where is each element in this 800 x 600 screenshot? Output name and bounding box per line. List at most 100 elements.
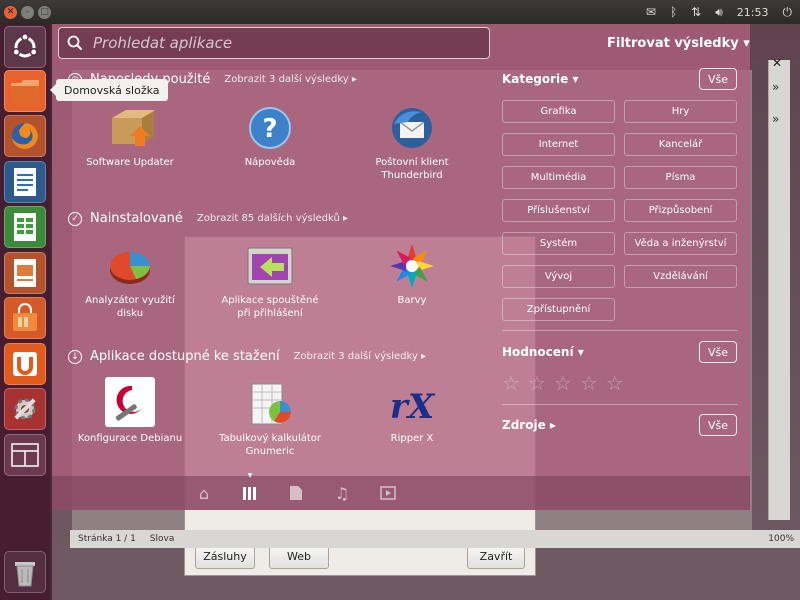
top-panel: ✕ – □ ✉ ᛒ ⇅ 🔊︎ 21:53 ⏻: [0, 0, 800, 24]
category-development[interactable]: Vývoj: [502, 265, 615, 288]
star-icon[interactable]: ☆: [554, 371, 572, 395]
folder-icon: [11, 80, 39, 103]
network-icon[interactable]: ⇅: [691, 5, 701, 19]
category-games[interactable]: Hry: [624, 100, 737, 123]
app-colors[interactable]: Barvy: [342, 242, 482, 307]
music-lens-icon[interactable]: ♫: [332, 483, 352, 503]
writer-icon: [14, 168, 36, 196]
zoom-level[interactable]: 100%: [768, 534, 794, 544]
firefox-icon: [12, 123, 38, 149]
app-help[interactable]: ? Nápověda: [200, 104, 340, 169]
trash-icon: [15, 562, 35, 587]
clock[interactable]: 21:53: [737, 6, 769, 19]
category-customization[interactable]: Přizpůsobení: [624, 199, 737, 222]
app-startup-applications[interactable]: Aplikace spouštěné při přihlášení: [200, 242, 340, 320]
rating-stars: ☆ ☆ ☆ ☆ ☆: [502, 371, 624, 395]
category-multimedia[interactable]: Multimédia: [502, 166, 615, 189]
star-icon[interactable]: ☆: [502, 371, 520, 395]
app-ripperx[interactable]: rX Ripper X: [342, 380, 482, 445]
document-scrollbar[interactable]: [768, 60, 790, 520]
category-graphics[interactable]: Grafika: [502, 100, 615, 123]
app-disk-usage-analyzer[interactable]: Analyzátor využití disku: [60, 242, 200, 320]
launcher-ubuntu-one[interactable]: [4, 343, 46, 385]
launcher-workspace-switcher[interactable]: [4, 434, 46, 476]
launcher-trash[interactable]: [4, 551, 46, 593]
section-available: ↓ Aplikace dostupné ke stažení Zobrazit …: [68, 349, 426, 364]
calc-icon: [14, 213, 36, 241]
launcher-firefox[interactable]: [4, 115, 46, 157]
home-lens-icon[interactable]: ⌂: [194, 483, 214, 503]
document-close-icon[interactable]: ✕: [772, 56, 782, 70]
download-icon: ↓: [68, 349, 82, 364]
filter-results-toggle[interactable]: Filtrovat výsledky ▾: [607, 36, 750, 51]
sources-toggle[interactable]: Zdroje ▸: [502, 418, 556, 432]
launcher-tooltip: Domovská složka: [50, 79, 168, 101]
applications-lens-icon[interactable]: [240, 471, 260, 503]
impress-icon: [14, 259, 36, 287]
app-label: Poštovní klient Thunderbird: [375, 157, 449, 181]
color-star-icon: [388, 242, 436, 290]
app-label: Ripper X: [390, 433, 434, 444]
category-system[interactable]: Systém: [502, 232, 615, 255]
app-label: Software Updater: [86, 157, 174, 168]
status-bar: Stránka 1 / 1 Slova 100%: [70, 530, 800, 548]
category-science[interactable]: Věda a inženýrství: [624, 232, 737, 255]
word-count: Slova: [149, 534, 175, 544]
section-title: Nainstalované: [90, 211, 183, 226]
power-icon[interactable]: ⏻: [783, 5, 793, 20]
show-more-link[interactable]: Zobrazit 85 dalších výsledků ▸: [197, 213, 348, 224]
launcher-home-folder[interactable]: [4, 70, 46, 112]
settings-gear-icon: [14, 398, 36, 420]
categories-all-button[interactable]: Vše: [699, 68, 737, 90]
dash-home-button[interactable]: [4, 26, 46, 68]
search-box[interactable]: [58, 27, 490, 59]
section-installed: ✓ Nainstalované Zobrazit 85 dalších výsl…: [68, 211, 348, 226]
sidebar-expand-icon[interactable]: »: [772, 112, 779, 126]
rating-all-button[interactable]: Vše: [699, 341, 737, 363]
category-list: Grafika Hry Internet Kancelář Multimédia…: [502, 100, 738, 321]
search-input[interactable]: [93, 34, 473, 52]
files-lens-icon[interactable]: [286, 483, 306, 503]
category-office[interactable]: Kancelář: [624, 133, 737, 156]
volume-icon[interactable]: 🔊︎: [715, 5, 723, 20]
category-internet[interactable]: Internet: [502, 133, 615, 156]
lens-bar: ⌂ ♫: [52, 471, 750, 510]
category-accessibility[interactable]: Zpřístupnění: [502, 298, 615, 321]
sidebar-expand-icon[interactable]: »: [772, 80, 779, 94]
launcher-libreoffice-calc[interactable]: [4, 206, 46, 248]
app-software-updater[interactable]: Software Updater: [60, 104, 200, 169]
app-gnumeric[interactable]: Tabulkový kalkulátor Gnumeric: [200, 380, 340, 458]
maximize-window-icon[interactable]: □: [38, 5, 51, 19]
mail-icon[interactable]: ✉: [646, 5, 656, 19]
launcher-libreoffice-writer[interactable]: [4, 161, 46, 203]
show-more-link[interactable]: Zobrazit 3 další výsledky ▸: [224, 74, 357, 85]
launcher-software-center[interactable]: [4, 297, 46, 339]
categories-toggle[interactable]: Kategorie ▾: [502, 72, 578, 86]
close-window-icon[interactable]: ✕: [4, 5, 17, 19]
spreadsheet-icon: [246, 380, 294, 428]
debian-config-icon: [104, 376, 156, 428]
rating-toggle[interactable]: Hodnocení ▾: [502, 345, 584, 359]
ubuntu-one-icon: [13, 352, 37, 376]
pie-chart-icon: [106, 242, 154, 290]
star-icon[interactable]: ☆: [606, 371, 624, 395]
launcher-libreoffice-impress[interactable]: [4, 252, 46, 294]
sources-all-button[interactable]: Vše: [699, 414, 737, 436]
video-lens-icon[interactable]: [378, 483, 398, 503]
bluetooth-icon[interactable]: ᛒ: [670, 5, 677, 19]
category-accessories[interactable]: Příslušenství: [502, 199, 615, 222]
category-fonts[interactable]: Písma: [624, 166, 737, 189]
app-debian-configuration[interactable]: Konfigurace Debianu: [60, 376, 200, 445]
app-thunderbird[interactable]: Poštovní klient Thunderbird: [342, 104, 482, 182]
launcher: [0, 24, 52, 600]
star-icon[interactable]: ☆: [580, 371, 598, 395]
installed-check-icon: ✓: [68, 211, 82, 226]
launcher-system-settings[interactable]: [4, 388, 46, 430]
app-label: Aplikace spouštěné při přihlášení: [221, 295, 319, 319]
svg-text:?: ?: [262, 114, 277, 144]
category-education[interactable]: Vzdělávání: [624, 265, 737, 288]
show-more-link[interactable]: Zobrazit 3 další výsledky ▸: [294, 351, 427, 362]
minimize-window-icon[interactable]: –: [21, 5, 34, 19]
app-label: Barvy: [397, 295, 427, 306]
star-icon[interactable]: ☆: [528, 371, 546, 395]
